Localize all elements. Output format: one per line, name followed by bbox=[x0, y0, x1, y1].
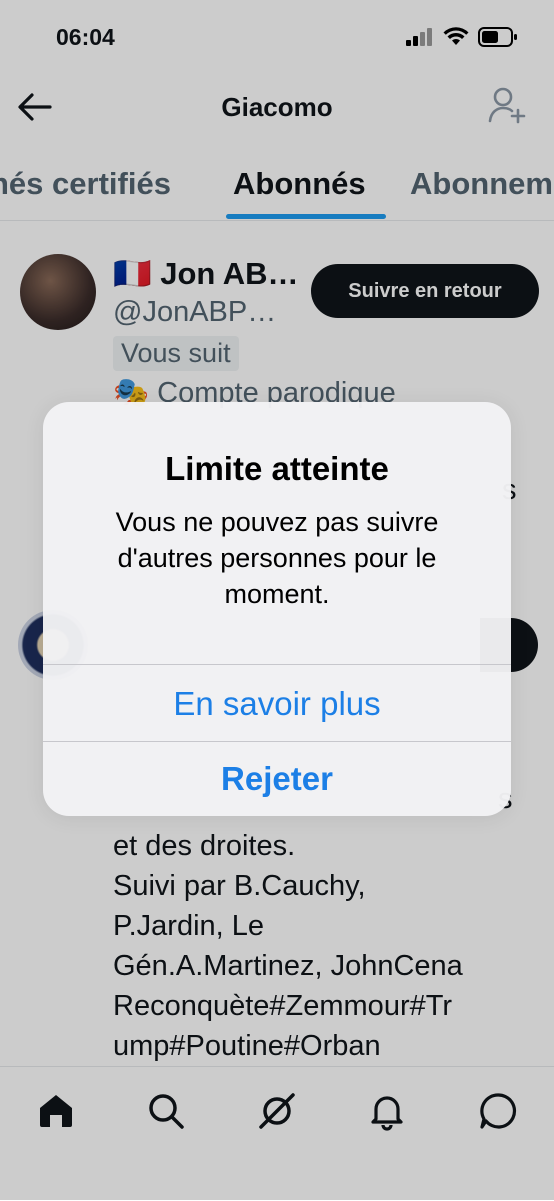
divider bbox=[43, 664, 511, 665]
modal-backdrop bbox=[0, 1066, 554, 1200]
dismiss-button[interactable]: Rejeter bbox=[43, 742, 511, 816]
alert-message: Vous ne pouvez pas suivre d'autres perso… bbox=[115, 507, 439, 609]
limit-reached-alert: Limite atteinte Vous ne pouvez pas suivr… bbox=[43, 402, 511, 816]
alert-title: Limite atteinte bbox=[165, 450, 389, 487]
learn-more-button[interactable]: En savoir plus bbox=[43, 666, 511, 741]
